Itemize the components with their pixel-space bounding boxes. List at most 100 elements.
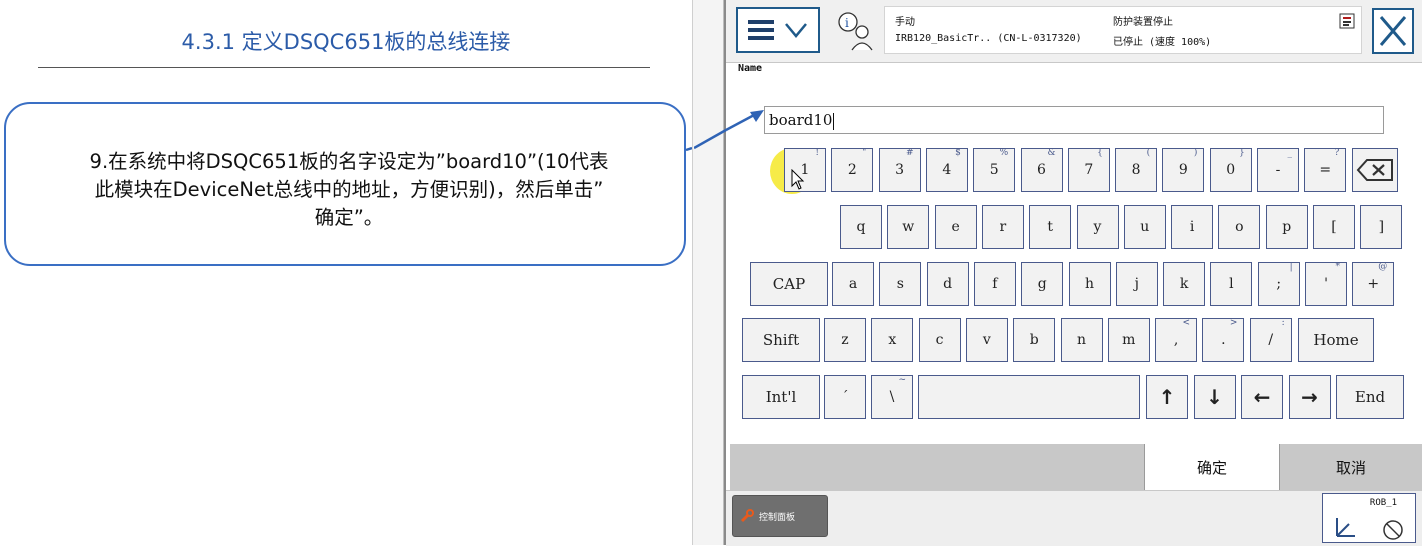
key-[[interactable]: [ [1313, 205, 1355, 249]
key-2[interactable]: 2 " [831, 148, 874, 192]
key-a[interactable]: a [832, 262, 874, 306]
key-u[interactable]: u [1123, 205, 1166, 249]
key-w[interactable]: w [887, 205, 930, 249]
key-=[interactable]: =? [1304, 148, 1347, 192]
key-r[interactable]: r [981, 205, 1024, 249]
key-o[interactable]: o [1218, 205, 1261, 249]
key-label: 0 [1226, 162, 1236, 178]
key-7[interactable]: 7{ [1067, 148, 1110, 192]
key-label: t [1047, 219, 1053, 235]
down-arrow-key[interactable]: ↓ [1193, 375, 1236, 419]
key-6[interactable]: 6 & [1020, 148, 1063, 192]
key-secondary-label: ( [1146, 148, 1151, 158]
key-m[interactable]: m [1107, 318, 1150, 362]
key-label: r [999, 219, 1007, 235]
intl-key[interactable]: Int'l [742, 375, 820, 419]
key-label: 8 [1131, 162, 1141, 178]
end-key[interactable]: End [1336, 375, 1404, 419]
key-8[interactable]: 8( [1115, 148, 1158, 192]
caps-key[interactable]: CAP [750, 262, 828, 306]
key-;[interactable]: ; | [1257, 262, 1300, 306]
key-5[interactable]: 5% [973, 148, 1016, 192]
mode-text: 手动 [895, 17, 915, 28]
key-k[interactable]: k [1163, 262, 1206, 306]
robot-unit-button[interactable]: ROB_1 [1322, 493, 1416, 543]
key-h[interactable]: h [1068, 262, 1111, 306]
key-label: j [1134, 276, 1139, 292]
confirm-button[interactable]: 确定 [1144, 444, 1280, 490]
key-t[interactable]: t [1029, 205, 1072, 249]
space-key[interactable] [918, 375, 1140, 419]
menu-icon [748, 20, 807, 40]
key-g[interactable]: g [1021, 262, 1064, 306]
key-label: z [841, 332, 849, 348]
key-label: h [1084, 276, 1095, 292]
key-label: 7 [1084, 162, 1094, 178]
robot-text: IRB120_BasicTr.. (CN-L-0317320) [895, 33, 1082, 44]
key-i[interactable]: i [1171, 205, 1214, 249]
key-label: [ [1331, 219, 1337, 235]
key-4[interactable]: 4 $ [925, 148, 968, 192]
key-e[interactable]: e [934, 205, 977, 249]
key-][interactable]: ] [1360, 205, 1403, 249]
key-z[interactable]: z [824, 318, 866, 362]
key-n[interactable]: n [1060, 318, 1103, 362]
key-label: End [1354, 388, 1386, 406]
key-label: , [1173, 332, 1179, 348]
flexpendant-window: i 手动 IRB120_BasicTr.. (CN-L-0317320) 防护装… [694, 0, 1422, 546]
close-icon [1379, 16, 1407, 46]
key-backslash[interactable]: \ ~ [871, 375, 913, 419]
key-v[interactable]: v [965, 318, 1008, 362]
close-button[interactable] [1372, 8, 1414, 54]
key-/[interactable]: /: [1249, 318, 1292, 362]
key-label: d [943, 276, 953, 292]
key--[interactable]: - _ [1257, 148, 1299, 192]
key-label: 9 [1178, 162, 1188, 178]
info-person-icon[interactable]: i [836, 10, 876, 52]
key-label: / [1268, 332, 1274, 348]
key-label: k [1179, 276, 1189, 292]
key-q[interactable]: q [840, 205, 882, 249]
key-label: y [1093, 219, 1102, 235]
slide-panel: 4.3.1 定义DSQC651板的总线连接 9.在系统中将DSQC651板的名字… [0, 0, 692, 545]
shift-key[interactable]: Shift [742, 318, 820, 362]
key-'[interactable]: ' * [1305, 262, 1347, 306]
right-arrow-key[interactable]: → [1288, 375, 1331, 419]
home-key[interactable]: Home [1298, 318, 1374, 362]
key-3[interactable]: 3 # [878, 148, 921, 192]
up-arrow-key[interactable]: ↑ [1146, 375, 1188, 419]
key-9[interactable]: 9) [1162, 148, 1205, 192]
left-arrow-key[interactable]: ← [1241, 375, 1283, 419]
key-x[interactable]: x [871, 318, 914, 362]
main-menu-button[interactable] [736, 7, 820, 53]
key-label: 3 [895, 162, 905, 178]
key-s[interactable]: s [879, 262, 922, 306]
key-,[interactable]: , < [1155, 318, 1198, 362]
control-panel-button[interactable]: 控制面板 [732, 495, 828, 537]
key-b[interactable]: b [1013, 318, 1056, 362]
key-label: ; [1276, 276, 1282, 292]
chevron-down-icon [785, 23, 807, 38]
key-0[interactable]: 0} [1209, 148, 1252, 192]
cancel-button[interactable]: 取消 [1280, 444, 1422, 490]
key-acute[interactable]: ´ [824, 375, 866, 419]
key-secondary-label: _ [1287, 148, 1293, 158]
key-f[interactable]: f [973, 262, 1016, 306]
key-secondary-label: ) [1193, 148, 1198, 158]
key-y[interactable]: y [1076, 205, 1119, 249]
key-j[interactable]: j [1115, 262, 1158, 306]
key-secondary-label: " [862, 148, 867, 158]
key-.[interactable]: . > [1202, 318, 1245, 362]
key-secondary-label: ! [815, 148, 819, 158]
svg-text:i: i [845, 16, 849, 30]
key-p[interactable]: p [1265, 205, 1308, 249]
key-l[interactable]: l [1210, 262, 1253, 306]
name-input[interactable]: board10 [764, 106, 1384, 134]
key-c[interactable]: c [918, 318, 961, 362]
pointer-arrow [685, 146, 692, 152]
wrench-icon [740, 509, 754, 523]
key-+[interactable]: + @ [1352, 262, 1395, 306]
backspace-key[interactable] [1352, 148, 1398, 192]
key-d[interactable]: d [926, 262, 969, 306]
key-label: \ [889, 389, 895, 405]
